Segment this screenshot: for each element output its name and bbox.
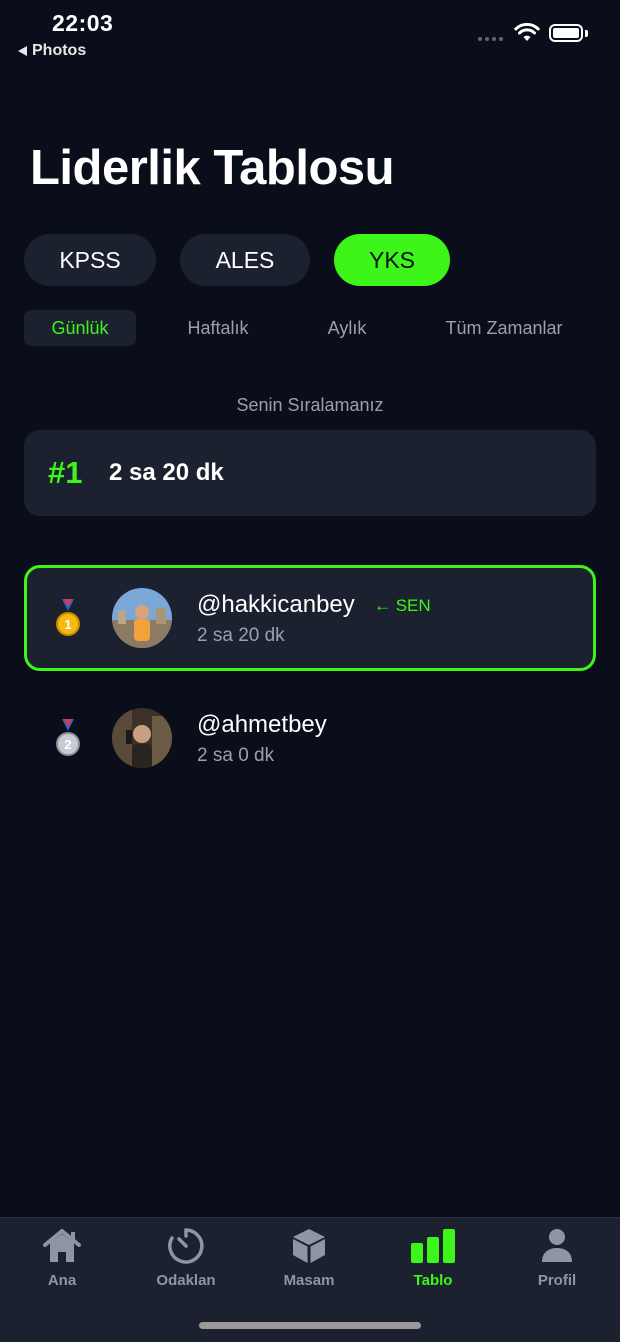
tab-label: Profil xyxy=(537,1272,577,1289)
exam-tab-yks[interactable]: YKS xyxy=(334,234,450,286)
cube-icon xyxy=(293,1229,325,1263)
home-icon xyxy=(43,1229,81,1262)
my-rank-label: Senin Sıralamanız xyxy=(236,395,384,415)
gold-medal-icon: 1 xyxy=(56,599,80,636)
user-time: 2 sa 20 dk xyxy=(197,625,285,646)
tab-label: Tablo xyxy=(413,1272,453,1289)
bar-chart-icon xyxy=(411,1229,455,1263)
avatar xyxy=(112,588,172,648)
tab-ana[interactable]: Ana xyxy=(12,1226,112,1289)
username[interactable]: @hakkicanbey xyxy=(197,591,355,619)
tab-tablo[interactable]: Tablo xyxy=(383,1226,483,1289)
tab-label: Masam xyxy=(283,1272,335,1289)
tab-odaklan[interactable]: Odaklan xyxy=(136,1226,236,1289)
battery-icon xyxy=(549,24,583,42)
period-tab-daily[interactable]: Günlük xyxy=(24,310,136,346)
user-time: 2 sa 0 dk xyxy=(197,745,275,766)
exam-tab-ales[interactable]: ALES xyxy=(180,234,310,286)
signal-dots-icon xyxy=(478,37,503,41)
tab-label: Odaklan xyxy=(156,1272,216,1289)
username[interactable]: @ahmetbey xyxy=(197,711,327,739)
you-indicator: ← SEN xyxy=(374,596,431,615)
tab-masam[interactable]: Masam xyxy=(259,1226,359,1289)
period-tab-all-time[interactable]: Tüm Zamanlar xyxy=(430,310,578,346)
tab-profil[interactable]: Profil xyxy=(507,1226,607,1289)
my-rank-time: 2 sa 20 dk xyxy=(109,459,224,486)
tab-label: Ana xyxy=(47,1272,77,1289)
silver-medal-icon: 2 xyxy=(56,719,80,756)
period-tab-weekly[interactable]: Haftalık xyxy=(164,310,272,346)
medal-rank-number: 1 xyxy=(64,617,71,632)
avatar xyxy=(112,708,172,768)
person-icon xyxy=(542,1229,572,1262)
home-indicator xyxy=(199,1322,421,1329)
timer-icon xyxy=(168,1228,204,1264)
wifi-icon xyxy=(514,22,540,41)
back-to-photos-link[interactable]: Photos xyxy=(18,42,86,60)
my-rank-number: #1 xyxy=(48,455,83,490)
period-tab-monthly[interactable]: Aylık xyxy=(304,310,390,346)
battery-tip xyxy=(585,30,588,37)
back-label: Photos xyxy=(32,42,87,59)
exam-tab-kpss[interactable]: KPSS xyxy=(24,234,156,286)
status-time: 22:03 xyxy=(52,10,114,36)
back-arrow-icon xyxy=(18,46,27,56)
medal-rank-number: 2 xyxy=(64,737,71,752)
page-title: Liderlik Tablosu xyxy=(30,141,395,195)
